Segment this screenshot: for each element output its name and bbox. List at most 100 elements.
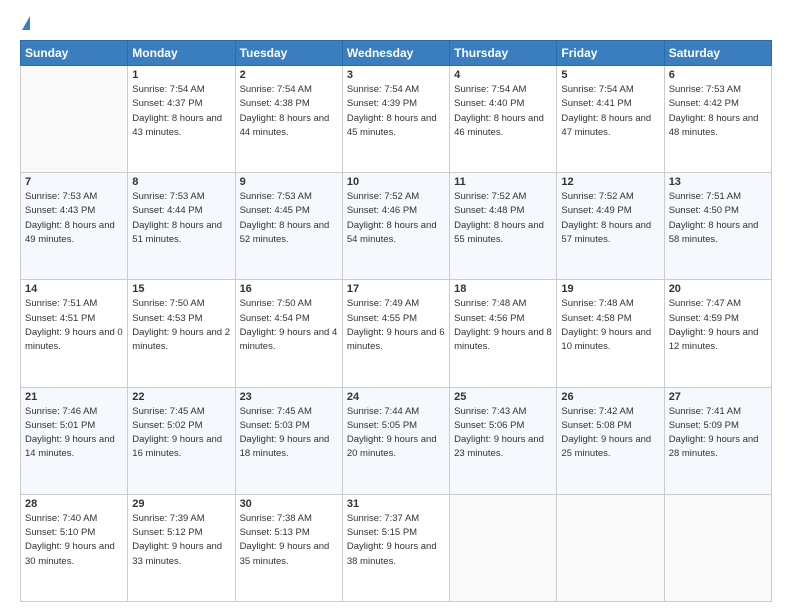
sunrise-text: Sunrise: 7:46 AM [25,406,97,417]
calendar-cell: 30 Sunrise: 7:38 AM Sunset: 5:13 PM Dayl… [235,494,342,601]
daylight-text: Daylight: 9 hours and 30 minutes. [25,541,115,566]
sunset-text: Sunset: 5:12 PM [132,527,202,538]
sunrise-text: Sunrise: 7:52 AM [347,191,419,202]
sunrise-text: Sunrise: 7:47 AM [669,298,741,309]
sunrise-text: Sunrise: 7:51 AM [669,191,741,202]
day-number: 6 [669,69,767,81]
day-info: Sunrise: 7:53 AM Sunset: 4:42 PM Dayligh… [669,83,767,140]
sunset-text: Sunset: 4:54 PM [240,313,310,324]
daylight-text: Daylight: 9 hours and 23 minutes. [454,434,544,459]
sunset-text: Sunset: 5:08 PM [561,420,631,431]
sunrise-text: Sunrise: 7:54 AM [240,84,312,95]
calendar-cell [664,494,771,601]
daylight-text: Daylight: 9 hours and 0 minutes. [25,327,123,352]
daylight-text: Daylight: 9 hours and 25 minutes. [561,434,651,459]
daylight-text: Daylight: 9 hours and 2 minutes. [132,327,230,352]
sunset-text: Sunset: 4:48 PM [454,205,524,216]
sunset-text: Sunset: 5:03 PM [240,420,310,431]
calendar-table: SundayMondayTuesdayWednesdayThursdayFrid… [20,40,772,602]
sunrise-text: Sunrise: 7:51 AM [25,298,97,309]
day-number: 18 [454,283,552,295]
sunset-text: Sunset: 4:51 PM [25,313,95,324]
calendar-week-1: 1 Sunrise: 7:54 AM Sunset: 4:37 PM Dayli… [21,66,772,173]
calendar-cell: 4 Sunrise: 7:54 AM Sunset: 4:40 PM Dayli… [450,66,557,173]
calendar-cell: 15 Sunrise: 7:50 AM Sunset: 4:53 PM Dayl… [128,280,235,387]
sunrise-text: Sunrise: 7:43 AM [454,406,526,417]
day-number: 9 [240,176,338,188]
day-number: 25 [454,391,552,403]
page: SundayMondayTuesdayWednesdayThursdayFrid… [0,0,792,612]
day-info: Sunrise: 7:51 AM Sunset: 4:50 PM Dayligh… [669,190,767,247]
calendar-cell: 18 Sunrise: 7:48 AM Sunset: 4:56 PM Dayl… [450,280,557,387]
sunrise-text: Sunrise: 7:39 AM [132,513,204,524]
day-info: Sunrise: 7:38 AM Sunset: 5:13 PM Dayligh… [240,512,338,569]
sunrise-text: Sunrise: 7:53 AM [132,191,204,202]
sunset-text: Sunset: 4:41 PM [561,98,631,109]
sunrise-text: Sunrise: 7:52 AM [561,191,633,202]
day-number: 20 [669,283,767,295]
calendar-cell: 27 Sunrise: 7:41 AM Sunset: 5:09 PM Dayl… [664,387,771,494]
sunset-text: Sunset: 4:42 PM [669,98,739,109]
day-number: 26 [561,391,659,403]
day-number: 3 [347,69,445,81]
daylight-text: Daylight: 8 hours and 57 minutes. [561,220,651,245]
day-number: 28 [25,498,123,510]
calendar-cell: 26 Sunrise: 7:42 AM Sunset: 5:08 PM Dayl… [557,387,664,494]
day-info: Sunrise: 7:53 AM Sunset: 4:43 PM Dayligh… [25,190,123,247]
day-number: 21 [25,391,123,403]
daylight-text: Daylight: 9 hours and 20 minutes. [347,434,437,459]
daylight-text: Daylight: 9 hours and 12 minutes. [669,327,759,352]
day-info: Sunrise: 7:45 AM Sunset: 5:02 PM Dayligh… [132,405,230,462]
daylight-text: Daylight: 9 hours and 14 minutes. [25,434,115,459]
day-number: 16 [240,283,338,295]
calendar-cell: 19 Sunrise: 7:48 AM Sunset: 4:58 PM Dayl… [557,280,664,387]
daylight-text: Daylight: 8 hours and 43 minutes. [132,113,222,138]
daylight-text: Daylight: 8 hours and 58 minutes. [669,220,759,245]
day-number: 19 [561,283,659,295]
day-number: 23 [240,391,338,403]
sunset-text: Sunset: 4:43 PM [25,205,95,216]
sunrise-text: Sunrise: 7:38 AM [240,513,312,524]
sunset-text: Sunset: 4:49 PM [561,205,631,216]
calendar-week-5: 28 Sunrise: 7:40 AM Sunset: 5:10 PM Dayl… [21,494,772,601]
calendar-cell: 17 Sunrise: 7:49 AM Sunset: 4:55 PM Dayl… [342,280,449,387]
daylight-text: Daylight: 9 hours and 28 minutes. [669,434,759,459]
calendar-cell: 2 Sunrise: 7:54 AM Sunset: 4:38 PM Dayli… [235,66,342,173]
calendar-cell: 10 Sunrise: 7:52 AM Sunset: 4:46 PM Dayl… [342,173,449,280]
sunrise-text: Sunrise: 7:53 AM [669,84,741,95]
calendar-cell: 7 Sunrise: 7:53 AM Sunset: 4:43 PM Dayli… [21,173,128,280]
calendar-cell: 16 Sunrise: 7:50 AM Sunset: 4:54 PM Dayl… [235,280,342,387]
day-number: 13 [669,176,767,188]
sunset-text: Sunset: 5:10 PM [25,527,95,538]
sunset-text: Sunset: 5:01 PM [25,420,95,431]
day-info: Sunrise: 7:47 AM Sunset: 4:59 PM Dayligh… [669,297,767,354]
sunrise-text: Sunrise: 7:42 AM [561,406,633,417]
calendar-cell: 24 Sunrise: 7:44 AM Sunset: 5:05 PM Dayl… [342,387,449,494]
calendar-cell: 5 Sunrise: 7:54 AM Sunset: 4:41 PM Dayli… [557,66,664,173]
sunset-text: Sunset: 4:39 PM [347,98,417,109]
daylight-text: Daylight: 8 hours and 45 minutes. [347,113,437,138]
day-info: Sunrise: 7:43 AM Sunset: 5:06 PM Dayligh… [454,405,552,462]
calendar-cell: 12 Sunrise: 7:52 AM Sunset: 4:49 PM Dayl… [557,173,664,280]
calendar-week-2: 7 Sunrise: 7:53 AM Sunset: 4:43 PM Dayli… [21,173,772,280]
sunset-text: Sunset: 5:05 PM [347,420,417,431]
day-info: Sunrise: 7:44 AM Sunset: 5:05 PM Dayligh… [347,405,445,462]
sunrise-text: Sunrise: 7:52 AM [454,191,526,202]
day-info: Sunrise: 7:54 AM Sunset: 4:37 PM Dayligh… [132,83,230,140]
sunset-text: Sunset: 5:02 PM [132,420,202,431]
sunset-text: Sunset: 5:06 PM [454,420,524,431]
weekday-header-tuesday: Tuesday [235,41,342,66]
sunrise-text: Sunrise: 7:40 AM [25,513,97,524]
day-info: Sunrise: 7:40 AM Sunset: 5:10 PM Dayligh… [25,512,123,569]
sunset-text: Sunset: 4:45 PM [240,205,310,216]
day-number: 17 [347,283,445,295]
sunrise-text: Sunrise: 7:54 AM [454,84,526,95]
sunset-text: Sunset: 4:50 PM [669,205,739,216]
day-number: 4 [454,69,552,81]
calendar-cell: 1 Sunrise: 7:54 AM Sunset: 4:37 PM Dayli… [128,66,235,173]
calendar-body: 1 Sunrise: 7:54 AM Sunset: 4:37 PM Dayli… [21,66,772,602]
calendar-week-3: 14 Sunrise: 7:51 AM Sunset: 4:51 PM Dayl… [21,280,772,387]
day-info: Sunrise: 7:41 AM Sunset: 5:09 PM Dayligh… [669,405,767,462]
calendar-cell: 23 Sunrise: 7:45 AM Sunset: 5:03 PM Dayl… [235,387,342,494]
sunrise-text: Sunrise: 7:45 AM [240,406,312,417]
